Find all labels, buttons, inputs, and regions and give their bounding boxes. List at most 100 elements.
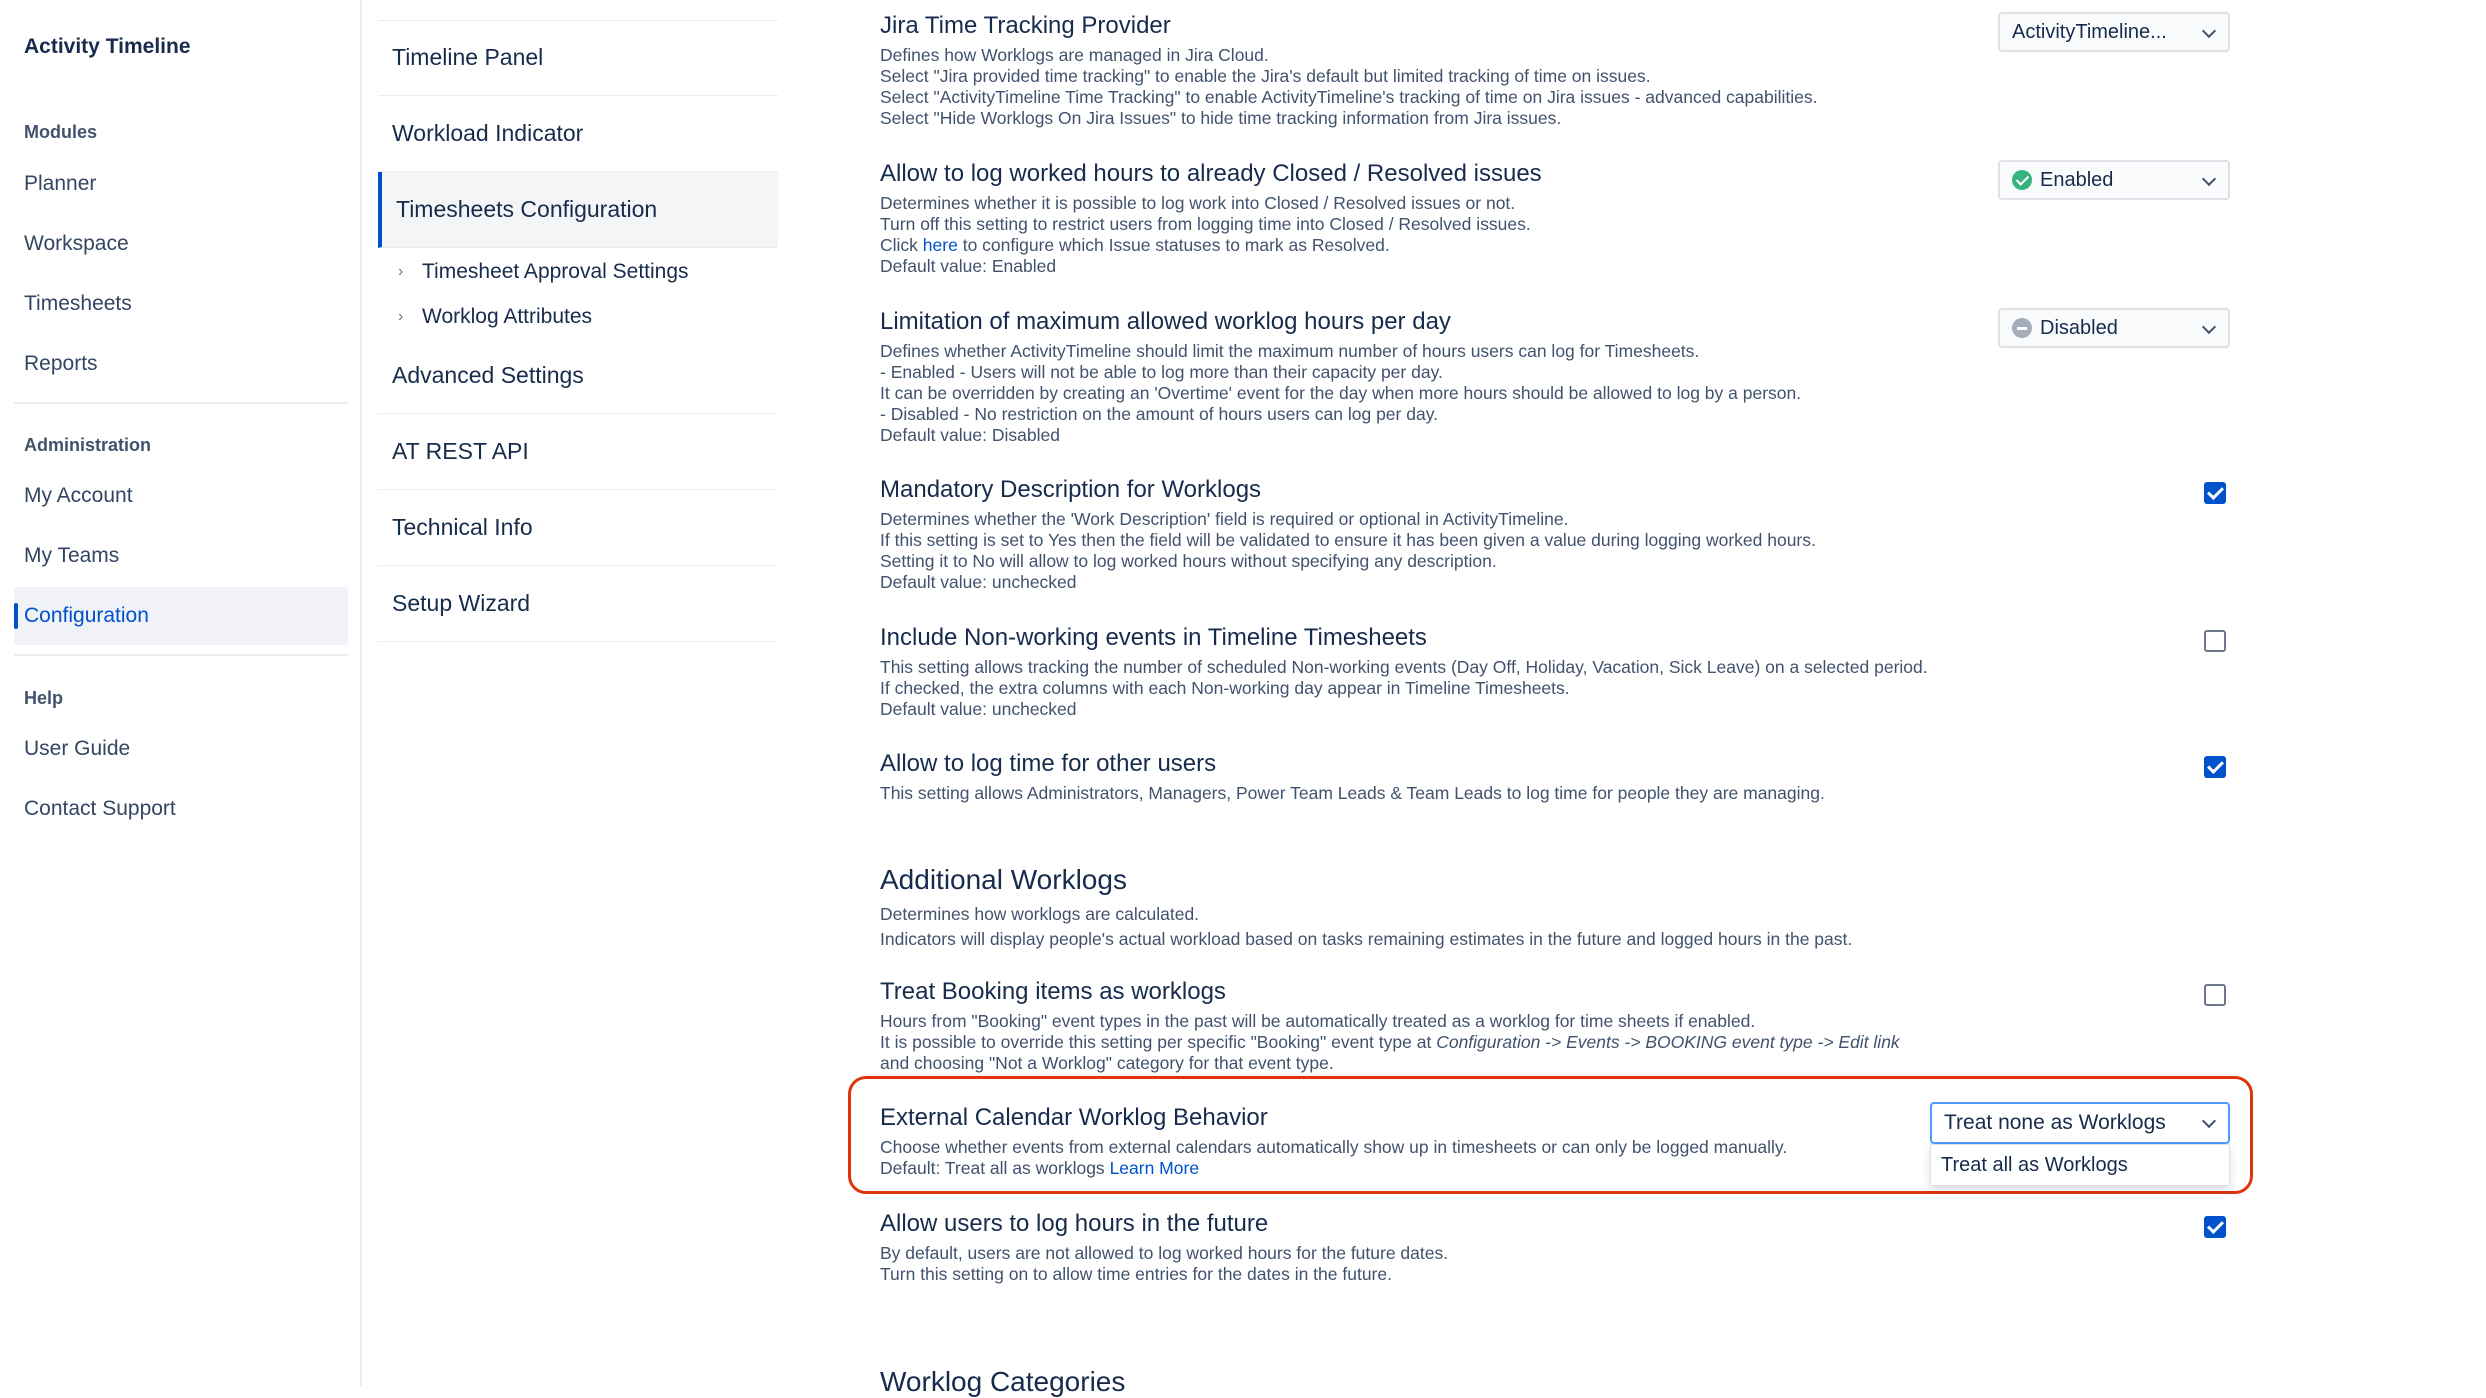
desc-line: It is possible to override this setting …	[880, 1032, 1900, 1053]
section-title-worklog-categories: Worklog Categories	[880, 1366, 1126, 1397]
sidebar-divider	[14, 654, 348, 656]
booking-config-path: Configuration -> Events -> BOOKING event…	[1436, 1032, 1900, 1052]
app-sidebar: Activity Timeline Modules Planner Worksp…	[0, 0, 362, 1386]
chevron-down-icon	[2201, 171, 2217, 187]
select-value: Enabled	[2040, 168, 2114, 191]
learn-more-link[interactable]: Learn More	[1110, 1158, 1200, 1178]
config-nav-advanced-settings[interactable]: Advanced Settings	[378, 338, 778, 414]
desc-line: Select "Jira provided time tracking" to …	[880, 66, 1651, 86]
closed-issues-select[interactable]: Enabled	[1998, 160, 2230, 200]
external-calendar-select[interactable]: Treat none as Worklogs	[1930, 1102, 2230, 1144]
sidebar-item-my-teams[interactable]: My Teams	[14, 527, 348, 585]
sidebar-item-workspace[interactable]: Workspace	[14, 215, 348, 273]
config-nav-workload-indicator[interactable]: Workload Indicator	[378, 96, 778, 172]
mandatory-description-checkbox[interactable]	[2204, 482, 2226, 504]
section-title-additional-worklogs: Additional Worklogs	[880, 864, 1127, 895]
desc-line: Turn off this setting to restrict users …	[880, 214, 1531, 234]
select-value: Disabled	[2040, 316, 2118, 339]
chevron-right-icon: ›	[398, 263, 404, 280]
section-desc-additional-worklogs: Determines how worklogs are calculated. …	[880, 902, 1852, 952]
sidebar-divider	[14, 402, 348, 404]
chevron-down-icon	[2201, 319, 2217, 335]
desc-line: Select "Hide Worklogs On Jira Issues" to…	[880, 108, 1562, 128]
resolved-statuses-link[interactable]: here	[923, 235, 958, 255]
sidebar-item-contact-support[interactable]: Contact Support	[14, 780, 348, 838]
booking-worklogs-checkbox[interactable]	[2204, 984, 2226, 1006]
desc-line: It can be overridden by creating an 'Ove…	[880, 383, 1802, 403]
setting-desc-booking-worklogs: Hours from "Booking" event types in the …	[880, 1011, 1900, 1074]
setting-title-closed-issues: Allow to log worked hours to already Clo…	[880, 160, 1542, 187]
config-nav-timesheets-configuration[interactable]: Timesheets Configuration	[378, 172, 778, 248]
max-hours-select[interactable]: Disabled	[1998, 308, 2230, 348]
setting-desc-nonworking-events: This setting allows tracking the number …	[880, 657, 1928, 720]
config-nav-timeline-panel[interactable]: Timeline Panel	[378, 20, 778, 96]
desc-line: Default value: Disabled	[880, 425, 1060, 445]
setting-title-max-hours: Limitation of maximum allowed worklog ho…	[880, 308, 1451, 335]
settings-main: Jira Time Tracking Provider Defines how …	[848, 0, 2260, 1397]
setting-desc-future-hours: By default, users are not allowed to log…	[880, 1243, 1448, 1285]
config-nav-technical-info[interactable]: Technical Info	[378, 490, 778, 566]
config-subnav-label: Timesheet Approval Settings	[422, 260, 689, 283]
desc-line: - Disabled - No restriction on the amoun…	[880, 404, 1439, 424]
desc-line: Hours from "Booking" event types in the …	[880, 1011, 1756, 1031]
future-hours-checkbox[interactable]	[2204, 1216, 2226, 1238]
desc-line: Determines how worklogs are calculated.	[880, 904, 1200, 924]
booking-override-text: It is possible to override this setting …	[880, 1032, 1432, 1052]
config-nav-at-rest-api[interactable]: AT REST API	[378, 414, 778, 490]
setting-desc-max-hours: Defines whether ActivityTimeline should …	[880, 341, 1801, 446]
desc-line: Determines whether the 'Work Description…	[880, 509, 1569, 529]
external-calendar-dropdown-menu: Treat all as Worklogs	[1930, 1144, 2230, 1186]
desc-line: Default value: Enabled	[880, 256, 1057, 276]
sidebar-item-planner[interactable]: Planner	[14, 155, 348, 213]
app-title[interactable]: Activity Timeline	[24, 35, 191, 59]
administration-heading: Administration	[24, 435, 152, 455]
external-default-text: Default: Treat all as worklogs	[880, 1158, 1105, 1178]
desc-line: Turn this setting on to allow time entri…	[880, 1264, 1392, 1284]
setting-desc-closed-issues: Determines whether it is possible to log…	[880, 193, 1531, 277]
setting-title-future-hours: Allow users to log hours in the future	[880, 1210, 1269, 1237]
setting-title-external-calendar: External Calendar Worklog Behavior	[880, 1104, 1268, 1131]
desc-line: By default, users are not allowed to log…	[880, 1243, 1449, 1263]
log-for-others-checkbox[interactable]	[2204, 756, 2226, 778]
setting-desc-tracking-provider: Defines how Worklogs are managed in Jira…	[880, 45, 1818, 129]
chevron-right-icon: ›	[398, 308, 404, 325]
select-value: Treat none as Worklogs	[1944, 1111, 2166, 1134]
sidebar-item-reports[interactable]: Reports	[14, 335, 348, 393]
setting-desc-mandatory-description: Determines whether the 'Work Description…	[880, 509, 1816, 593]
desc-line: Default value: unchecked	[880, 572, 1077, 592]
config-subnav-label: Worklog Attributes	[422, 305, 593, 328]
setting-title-nonworking-events: Include Non-working events in Timeline T…	[880, 624, 1427, 651]
desc-line: Indicators will display people's actual …	[880, 929, 1853, 949]
setting-title-tracking-provider: Jira Time Tracking Provider	[880, 12, 1171, 39]
chevron-down-icon	[2201, 1113, 2217, 1129]
setting-title-booking-worklogs: Treat Booking items as worklogs	[880, 978, 1226, 1005]
desc-line: If checked, the extra columns with each …	[880, 678, 1570, 698]
sidebar-item-timesheets[interactable]: Timesheets	[14, 275, 348, 333]
sidebar-item-configuration[interactable]: Configuration	[14, 587, 348, 645]
sidebar-item-my-account[interactable]: My Account	[14, 467, 348, 525]
desc-line: Defines how Worklogs are managed in Jira…	[880, 45, 1269, 65]
config-nav-setup-wizard[interactable]: Setup Wizard	[378, 566, 778, 642]
desc-line: If this setting is set to Yes then the f…	[880, 530, 1816, 550]
sidebar-item-user-guide[interactable]: User Guide	[14, 720, 348, 778]
nonworking-events-checkbox[interactable]	[2204, 630, 2226, 652]
desc-line: Determines whether it is possible to log…	[880, 193, 1516, 213]
desc-line: - Enabled - Users will not be able to lo…	[880, 362, 1443, 382]
config-subnav-timesheet-approval[interactable]: › Timesheet Approval Settings	[398, 260, 689, 284]
desc-line: Defines whether ActivityTimeline should …	[880, 341, 1700, 361]
tracking-provider-select[interactable]: ActivityTimeline...	[1998, 12, 2230, 52]
desc-line: and choosing "Not a Worklog" category fo…	[880, 1053, 1334, 1073]
click-prefix: Click	[880, 235, 918, 255]
config-subnav-worklog-attributes[interactable]: › Worklog Attributes	[398, 305, 592, 329]
desc-line: Select "ActivityTimeline Time Tracking" …	[880, 87, 1818, 107]
setting-desc-external-calendar: Choose whether events from external cale…	[880, 1137, 1787, 1179]
dropdown-option-treat-all[interactable]: Treat all as Worklogs	[1931, 1145, 2229, 1185]
help-heading: Help	[24, 688, 64, 708]
select-value: ActivityTimeline...	[2012, 20, 2167, 43]
configuration-nav: Timeline Panel Workload Indicator Timesh…	[362, 0, 782, 1386]
desc-line: This setting allows tracking the number …	[880, 657, 1928, 677]
chevron-down-icon	[2201, 23, 2217, 39]
setting-desc-log-for-others: This setting allows Administrators, Mana…	[880, 783, 1825, 804]
modules-heading: Modules	[24, 122, 98, 142]
click-suffix: to configure which Issue statuses to mar…	[962, 235, 1390, 255]
